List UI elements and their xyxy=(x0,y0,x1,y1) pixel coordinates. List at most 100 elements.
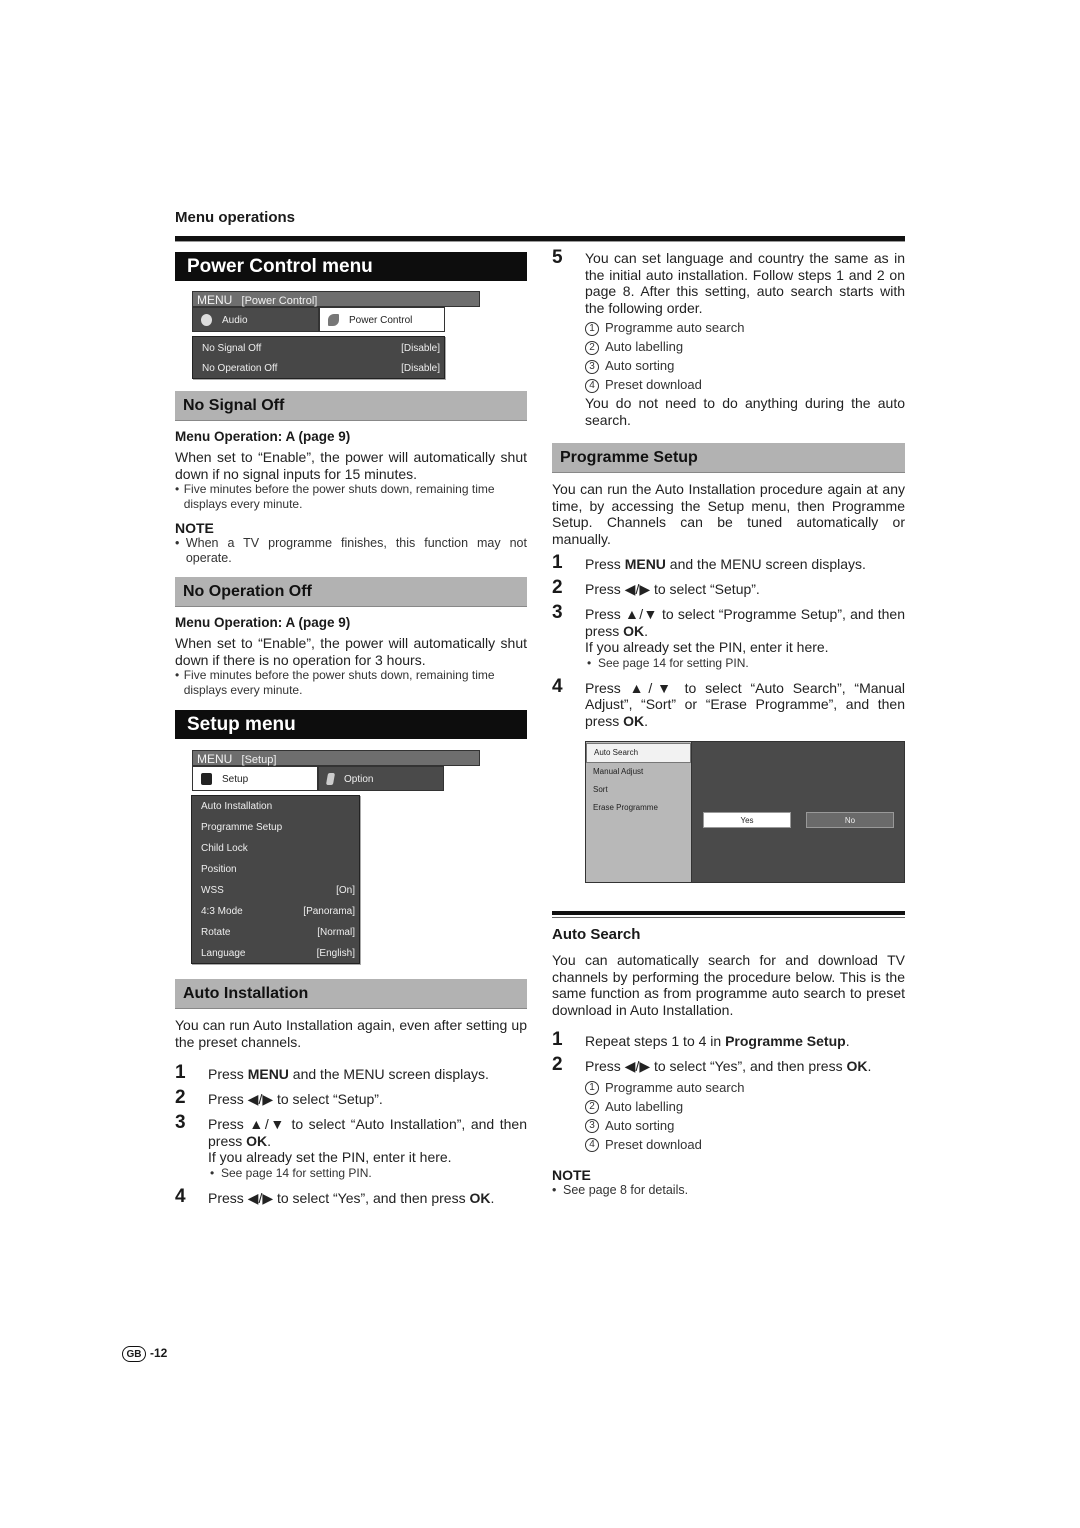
item-label: No Signal Off xyxy=(202,343,262,354)
setup-menu-bar: MENU [Setup] xyxy=(192,750,480,766)
auto-search-rule xyxy=(552,911,905,915)
step-number: 2 xyxy=(552,577,563,598)
order-item: 2 Auto labelling xyxy=(585,337,905,356)
step: 4 Press ▲/▼ to select “Auto Search”, “Ma… xyxy=(552,675,905,730)
step: 3 Press ▲/▼ to select “Auto Installation… xyxy=(175,1113,527,1181)
section-label: Menu operations xyxy=(175,209,296,226)
no-signal-off-bullet: • Five minutes before the power shuts dow… xyxy=(175,482,527,512)
page-number: -12 xyxy=(150,1346,168,1360)
step-text: Press ▲/▼ to select “Auto Installation”,… xyxy=(208,1116,527,1180)
step-text: Press MENU and the MENU screen displays. xyxy=(585,556,866,572)
step: 2 Press ◀/▶ to select “Yes”, and then pr… xyxy=(552,1055,905,1154)
menu-item-position[interactable]: Position xyxy=(192,859,359,880)
menu-item-sort[interactable]: Sort xyxy=(586,781,691,799)
step: 1 Press MENU and the MENU screen display… xyxy=(552,553,905,573)
step: 1 Press MENU and the MENU screen display… xyxy=(175,1063,527,1083)
no-operation-off-title: No Operation Off xyxy=(175,577,527,607)
no-signal-off-op: Menu Operation: A (page 9) xyxy=(175,429,351,444)
item-value: [Disable] xyxy=(401,343,440,354)
step-text: Press MENU and the MENU screen displays. xyxy=(208,1066,489,1082)
step: 2 Press ◀/▶ to select “Setup”. xyxy=(175,1088,527,1108)
auto-search-note: • See page 8 for details. xyxy=(552,1183,689,1197)
menu-item-no-operation-off[interactable]: No Operation Off [Disable] xyxy=(193,359,444,379)
no-operation-off-bullet: • Five minutes before the power shuts dow… xyxy=(175,668,527,698)
menu-item-wss[interactable]: WSS [On] xyxy=(192,880,359,901)
tab-label: Option xyxy=(344,774,374,785)
order-list: 1 Programme auto search 2 Auto labelling 3… xyxy=(585,1078,871,1154)
step-text: Press ▲/▼ to select “Programme Setup”, a… xyxy=(585,606,905,670)
leaf-icon xyxy=(328,314,339,327)
item-label: Programme Setup xyxy=(201,822,283,833)
order-item: 3 Auto sorting xyxy=(585,356,905,375)
step: 4 Press ◀/▶ to select “Yes”, and then pr… xyxy=(175,1185,527,1207)
menu-item-programme-setup[interactable]: Programme Setup xyxy=(192,817,359,838)
power-menu-bar: MENU [Power Control] xyxy=(192,291,480,307)
tab-label: Setup xyxy=(222,774,249,785)
note-text: When a TV programme finishes, this funct… xyxy=(185,536,527,565)
tab-label: Audio xyxy=(222,315,248,326)
bullet-text: Five minutes before the power shuts down… xyxy=(183,482,495,511)
step-text: Repeat steps 1 to 4 in Programme Setup. xyxy=(585,1033,850,1049)
no-button[interactable]: No xyxy=(806,812,894,828)
yes-button[interactable]: Yes xyxy=(703,812,791,828)
power-control-title: Power Control menu xyxy=(175,252,527,281)
item-value: [English] xyxy=(316,948,355,959)
setup-icon xyxy=(201,773,212,786)
setup-menu-list: Auto Installation Programme Setup Child … xyxy=(191,795,360,964)
menu-bar-label: MENU xyxy=(197,293,233,307)
menu-bar-path: [Power Control] xyxy=(241,295,318,307)
programme-setup-screen: Auto Search Manual Adjust Sort Erase Pro… xyxy=(585,741,905,883)
no-operation-off-op: Menu Operation: A (page 9) xyxy=(175,615,351,630)
region-badge: GB xyxy=(122,1346,146,1362)
menu-item-language[interactable]: Language [English] xyxy=(192,943,359,964)
tab-power-control[interactable]: Power Control xyxy=(319,307,445,332)
menu-bar-label: MENU xyxy=(197,752,233,766)
menu-item-child-lock[interactable]: Child Lock xyxy=(192,838,359,859)
setup-menu-title: Setup menu xyxy=(175,710,527,739)
item-label: Position xyxy=(201,864,237,875)
no-signal-off-note: • When a TV programme finishes, this func… xyxy=(175,536,527,565)
step-5: 5 You can set language and country the s… xyxy=(552,248,905,428)
note-heading: NOTE xyxy=(552,1167,591,1183)
programme-setup-menu: Auto Search Manual Adjust Sort Erase Pro… xyxy=(586,742,692,882)
menu-item-rotate[interactable]: Rotate [Normal] xyxy=(192,922,359,943)
auto-installation-steps: 1 Press MENU and the MENU screen display… xyxy=(175,1063,527,1207)
menu-item-erase-programme[interactable]: Erase Programme xyxy=(586,799,691,817)
step-number: 3 xyxy=(552,602,563,623)
item-label: Rotate xyxy=(201,927,231,938)
no-operation-off-body: When set to “Enable”, the power will aut… xyxy=(175,635,527,668)
step-text: Press ◀/▶ to select “Yes”, and then pres… xyxy=(585,1058,872,1154)
programme-setup-steps: 1 Press MENU and the MENU screen display… xyxy=(552,553,905,729)
auto-search-rule-thin xyxy=(552,917,905,918)
tab-setup[interactable]: Setup xyxy=(192,766,318,791)
note-heading: NOTE xyxy=(175,520,214,536)
auto-search-steps: 1 Repeat steps 1 to 4 in Programme Setup… xyxy=(552,1030,905,1154)
note-text: See page 8 for details. xyxy=(563,1183,689,1197)
menu-item-4-3-mode[interactable]: 4:3 Mode [Panorama] xyxy=(192,901,359,922)
step-number: 3 xyxy=(175,1112,186,1133)
menu-item-no-signal-off[interactable]: No Signal Off [Disable] xyxy=(193,339,444,359)
tab-audio[interactable]: Audio xyxy=(192,307,319,332)
step-text: Press ◀/▶ to select “Setup”. xyxy=(585,581,760,597)
bullet-text: Five minutes before the power shuts down… xyxy=(183,668,495,697)
step-number: 5 xyxy=(552,247,563,268)
step-number: 2 xyxy=(175,1087,186,1108)
order-item: 3 Auto sorting xyxy=(585,1116,871,1135)
menu-item-manual-adjust[interactable]: Manual Adjust xyxy=(586,763,691,781)
item-label: No Operation Off xyxy=(202,363,278,374)
step-number: 4 xyxy=(175,1185,186,1207)
item-label: Auto Installation xyxy=(201,801,273,812)
menu-item-auto-search[interactable]: Auto Search xyxy=(586,743,691,763)
auto-installation-intro: You can run Auto Installation again, eve… xyxy=(175,1017,527,1050)
menu-bar-path: [Setup] xyxy=(241,754,277,766)
menu-item-auto-installation[interactable]: Auto Installation xyxy=(192,796,359,817)
tab-label: Power Control xyxy=(349,315,413,326)
step: 1 Repeat steps 1 to 4 in Programme Setup… xyxy=(552,1030,905,1050)
step-number: 1 xyxy=(552,552,563,573)
step-number: 1 xyxy=(175,1062,186,1083)
step-number: 4 xyxy=(552,675,563,697)
order-item: 1 Programme auto search xyxy=(585,1078,871,1097)
step-text: You can set language and country the sam… xyxy=(585,250,905,428)
tab-option[interactable]: Option xyxy=(318,766,444,791)
step: 2 Press ◀/▶ to select “Setup”. xyxy=(552,578,905,598)
